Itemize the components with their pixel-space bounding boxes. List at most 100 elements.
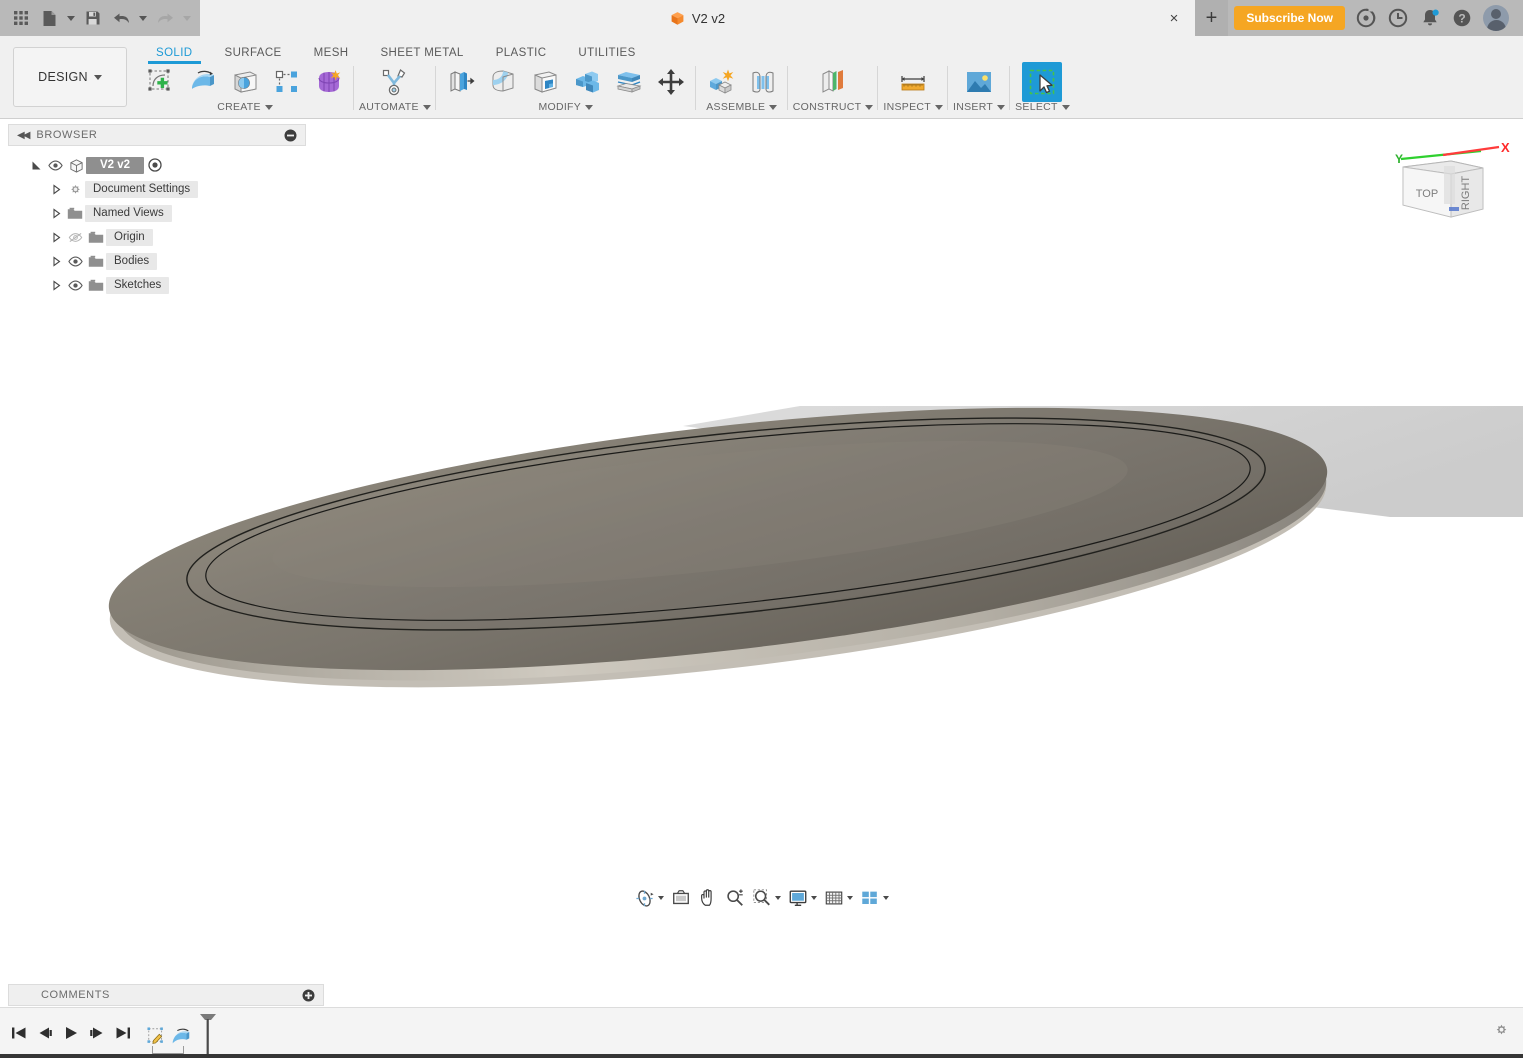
notifications-icon[interactable]	[1419, 7, 1441, 29]
collapse-panel-icon[interactable]: ◀◀	[17, 130, 30, 141]
tree-node-root[interactable]: V2 v2	[8, 155, 306, 175]
display-settings-icon[interactable]	[786, 885, 819, 911]
tab-sheet-metal[interactable]: SHEET METAL	[364, 44, 479, 64]
tree-node-document-settings[interactable]: Document Settings	[8, 179, 306, 199]
visibility-eye-icon[interactable]	[45, 160, 66, 171]
press-pull-icon[interactable]	[441, 62, 481, 102]
design-workspace-dropdown[interactable]: DESIGN	[13, 47, 127, 107]
tab-plastic[interactable]: PLASTIC	[480, 44, 563, 64]
go-to-end-icon[interactable]	[112, 1018, 134, 1048]
viewport-layout-caret-icon[interactable]	[883, 896, 889, 900]
activate-component-icon[interactable]	[144, 158, 166, 172]
tree-node-label[interactable]: Named Views	[85, 204, 172, 222]
app-grid-icon[interactable]	[8, 4, 34, 32]
file-icon[interactable]	[36, 4, 62, 32]
tree-node-label[interactable]: Sketches	[106, 276, 170, 294]
grid-snaps-icon[interactable]	[822, 885, 855, 911]
extensions-icon[interactable]	[1355, 7, 1377, 29]
measure-icon[interactable]	[893, 62, 933, 102]
redo-dropdown-caret[interactable]	[180, 4, 194, 32]
ribbon-panels: CREATE AUTOMATE MODIFY ASSEMBLE CONSTRUC…	[136, 62, 1523, 118]
tab-utilities[interactable]: UTILITIES	[562, 44, 651, 64]
expand-triangle-icon[interactable]	[28, 160, 45, 171]
view-cube[interactable]: Y X TOP RIGHT	[1383, 137, 1513, 237]
viewport-layout-icon[interactable]	[858, 885, 891, 911]
extrude-icon[interactable]	[183, 62, 223, 102]
chevron-right-icon[interactable]	[48, 207, 65, 219]
chevron-right-icon[interactable]	[48, 183, 65, 195]
tree-node-named-views[interactable]: Named Views	[8, 203, 306, 223]
visibility-hidden-icon[interactable]	[65, 232, 86, 243]
new-tab-icon[interactable]: +	[1195, 0, 1228, 36]
play-icon[interactable]	[60, 1018, 82, 1048]
zoom-window-icon[interactable]	[750, 885, 783, 911]
automate-icon[interactable]	[375, 62, 415, 102]
document-tab[interactable]: V2 v2 ×	[200, 0, 1195, 36]
new-component-icon[interactable]	[701, 62, 741, 102]
step-forward-icon[interactable]	[86, 1018, 108, 1048]
pattern-icon[interactable]	[267, 62, 307, 102]
job-status-icon[interactable]	[1387, 7, 1409, 29]
fillet-icon[interactable]	[483, 62, 523, 102]
redo-icon[interactable]	[152, 4, 178, 32]
visibility-eye-icon[interactable]	[65, 256, 86, 267]
timeline-marker[interactable]	[198, 1014, 216, 1054]
help-icon[interactable]: ?	[1451, 7, 1473, 29]
panel-insert-label[interactable]: INSERT	[953, 101, 1006, 113]
zoom-icon[interactable]	[723, 885, 747, 911]
grid-snaps-caret-icon[interactable]	[847, 896, 853, 900]
tree-node-bodies[interactable]: Bodies	[8, 251, 306, 271]
go-to-beginning-icon[interactable]	[8, 1018, 30, 1048]
orbit-caret-icon[interactable]	[658, 896, 664, 900]
insert-image-icon[interactable]	[959, 62, 999, 102]
panel-assemble-label[interactable]: ASSEMBLE	[706, 101, 778, 113]
save-icon[interactable]	[80, 4, 106, 32]
zoom-window-caret-icon[interactable]	[775, 896, 781, 900]
tree-node-sketches[interactable]: Sketches	[8, 275, 306, 295]
tab-mesh[interactable]: MESH	[298, 44, 365, 64]
joint-icon[interactable]	[743, 62, 783, 102]
move-copy-icon[interactable]	[651, 62, 691, 102]
tree-node-label[interactable]: Document Settings	[85, 180, 199, 198]
tree-node-label[interactable]: Bodies	[106, 252, 158, 270]
look-at-icon[interactable]	[669, 885, 693, 911]
add-comment-icon[interactable]	[302, 989, 315, 1002]
tab-solid[interactable]: SOLID	[140, 44, 209, 64]
panel-construct-label[interactable]: CONSTRUCT	[793, 101, 874, 113]
tree-node-label[interactable]: V2 v2	[86, 156, 145, 174]
settings-gear-icon[interactable]	[1493, 1021, 1509, 1037]
construct-plane-icon[interactable]	[813, 62, 853, 102]
split-body-icon[interactable]	[609, 62, 649, 102]
pan-icon[interactable]	[696, 885, 720, 911]
orbit-icon[interactable]	[632, 885, 666, 911]
close-icon[interactable]: ×	[1165, 9, 1183, 27]
revolve-icon[interactable]	[225, 62, 265, 102]
panel-modify-label[interactable]: MODIFY	[538, 101, 594, 113]
shell-icon[interactable]	[525, 62, 565, 102]
visibility-eye-icon[interactable]	[65, 280, 86, 291]
panel-inspect-label[interactable]: INSPECT	[883, 101, 943, 113]
panel-create-label[interactable]: CREATE	[217, 101, 273, 113]
chevron-right-icon[interactable]	[48, 255, 65, 267]
form-icon[interactable]	[309, 62, 349, 102]
panel-automate-label[interactable]: AUTOMATE	[359, 101, 431, 113]
chevron-right-icon[interactable]	[48, 231, 65, 243]
undo-icon[interactable]	[108, 4, 134, 32]
minimize-icon[interactable]	[284, 129, 297, 142]
panel-select-label[interactable]: SELECT	[1015, 101, 1070, 113]
step-back-icon[interactable]	[34, 1018, 56, 1048]
file-dropdown-caret[interactable]	[64, 4, 78, 32]
combine-icon[interactable]	[567, 62, 607, 102]
subscribe-now-button[interactable]: Subscribe Now	[1234, 6, 1345, 30]
tree-node-label[interactable]: Origin	[106, 228, 153, 246]
panel-automate: AUTOMATE	[354, 62, 436, 118]
avatar[interactable]	[1483, 5, 1509, 31]
create-sketch-icon[interactable]	[141, 62, 181, 102]
component-cube-icon	[66, 158, 86, 173]
undo-dropdown-caret[interactable]	[136, 4, 150, 32]
display-settings-caret-icon[interactable]	[811, 896, 817, 900]
select-cursor-icon[interactable]	[1022, 62, 1063, 102]
tree-node-origin[interactable]: Origin	[8, 227, 306, 247]
tab-surface[interactable]: SURFACE	[209, 44, 298, 64]
chevron-right-icon[interactable]	[48, 279, 65, 291]
